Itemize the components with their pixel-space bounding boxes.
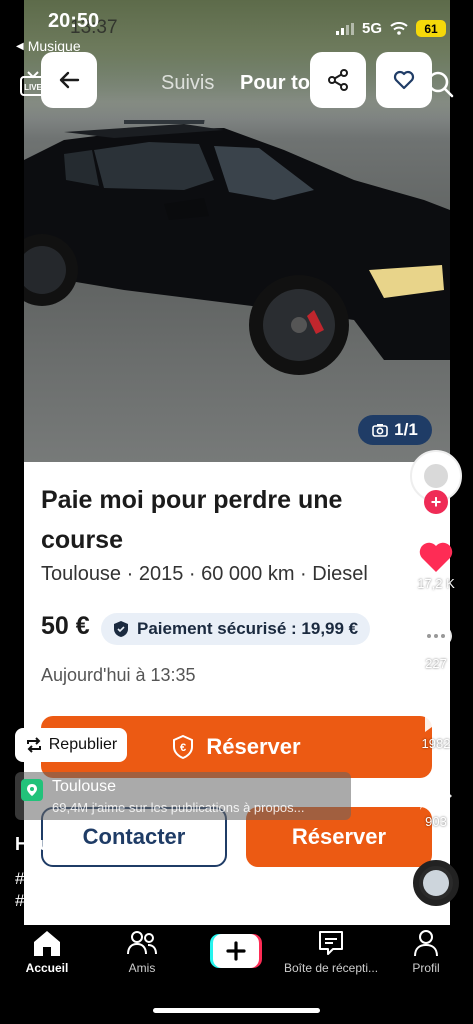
- tab-home-label: Accueil: [25, 961, 69, 975]
- home-indicator: [153, 1008, 320, 1013]
- photo-counter-text: 1/1: [394, 420, 418, 439]
- share-listing-button[interactable]: [310, 52, 366, 108]
- network-type: 5G: [362, 20, 383, 37]
- back-button[interactable]: [41, 52, 97, 108]
- like-button[interactable]: 17,2 K: [406, 540, 466, 591]
- camera-icon: [372, 424, 388, 437]
- photo-counter-badge[interactable]: 1/1: [358, 415, 432, 445]
- follow-plus-button[interactable]: +: [424, 490, 448, 514]
- repost-label: Republier: [48, 736, 118, 753]
- car-image: [24, 120, 450, 375]
- location-pin-icon: [21, 779, 43, 801]
- share-icon: [328, 69, 348, 91]
- tab-for-you[interactable]: Pour toi: [240, 72, 316, 95]
- tab-friends[interactable]: Amis: [97, 929, 187, 975]
- bottom-tab-bar: Accueil Amis Boîte de récepti... Profil: [0, 925, 473, 1024]
- back-to-app-label: Musique: [27, 38, 81, 54]
- location-subtitle: 69,4M j'aime sur les publications à prop…: [52, 800, 305, 815]
- comment-count: 227: [425, 656, 447, 671]
- like-count: 17,2 K: [417, 576, 455, 591]
- svg-text:€: €: [180, 742, 186, 754]
- euro-shield-icon: €: [173, 735, 194, 759]
- tab-inbox[interactable]: Boîte de récepti...: [283, 929, 379, 975]
- tiktok-screen: 1/1 Paie moi pour perdre une course Toul…: [0, 0, 473, 1024]
- status-indicators: 5G 61: [336, 20, 447, 37]
- shield-icon: [114, 621, 128, 637]
- listing-price: 50 €: [41, 612, 90, 640]
- video-caption[interactable]: #rigolo #funny #humour #idiot #meilleure…: [15, 868, 395, 912]
- music-disc[interactable]: [413, 860, 459, 906]
- location-tag[interactable]: Toulouse 69,4M j'aime sur les publicatio…: [15, 772, 351, 820]
- creator-username[interactable]: Hous: [15, 834, 60, 855]
- search-icon[interactable]: [426, 70, 454, 98]
- heart-outline-icon: [393, 70, 415, 90]
- avatar-placeholder: [424, 464, 448, 488]
- listing-meta: Toulouse · 2015 · 60 000 km · Diesel: [41, 563, 368, 585]
- share-button[interactable]: 903: [406, 782, 466, 829]
- back-to-app-link[interactable]: ◀ Musique: [16, 38, 81, 54]
- favorite-listing-button[interactable]: [376, 52, 432, 108]
- music-cover: [423, 870, 449, 896]
- status-time: 20:50: [48, 10, 100, 32]
- bookmark-button[interactable]: 1982: [406, 700, 466, 751]
- live-label: LIVE: [24, 83, 42, 92]
- home-icon: [34, 931, 60, 956]
- comment-bubble-icon: [420, 623, 452, 653]
- tab-friends-label: Amis: [128, 961, 156, 975]
- back-triangle-icon: ◀: [16, 40, 24, 52]
- listing-date: Aujourd'hui à 13:35: [41, 665, 196, 685]
- tab-profile[interactable]: Profil: [381, 929, 471, 975]
- live-icon[interactable]: LIVE: [19, 70, 47, 98]
- wifi-icon: [390, 22, 408, 35]
- tab-profile-label: Profil: [412, 961, 440, 975]
- share-arrow-icon: [420, 784, 452, 810]
- cellular-signal-icon: [336, 22, 354, 35]
- comment-button[interactable]: 227: [406, 620, 466, 671]
- bookmark-count: 1982: [421, 736, 451, 751]
- video-progress-bar[interactable]: [160, 909, 313, 913]
- repost-button[interactable]: Republier: [15, 728, 127, 762]
- create-post-button[interactable]: [210, 934, 262, 968]
- location-name: Toulouse: [52, 778, 117, 795]
- caption-more-link[interactable]: ... plus: [236, 891, 286, 910]
- heart-icon: [419, 542, 453, 572]
- share-count: 903: [425, 814, 447, 829]
- inbox-icon: [319, 931, 343, 955]
- secure-payment-badge[interactable]: Paiement sécurisé : 19,99 €: [101, 613, 371, 645]
- battery-indicator: 61: [416, 20, 447, 37]
- tab-home[interactable]: Accueil: [2, 929, 92, 975]
- arrow-left-icon: [59, 71, 80, 89]
- reserve-label: Réserver: [206, 734, 301, 759]
- friends-icon: [127, 931, 157, 955]
- secure-payment-text: Paiement sécurisé : 19,99 €: [137, 619, 359, 638]
- caption-text: #rigolo #funny #humour #idiot #meilleure…: [15, 869, 239, 910]
- tab-inbox-label: Boîte de récepti...: [283, 961, 379, 975]
- listing-title: Paie moi pour perdre une course: [41, 486, 343, 554]
- repost-icon: [26, 737, 41, 753]
- bookmark-icon: [425, 702, 447, 732]
- tab-following[interactable]: Suivis: [161, 72, 214, 95]
- profile-icon: [414, 930, 438, 957]
